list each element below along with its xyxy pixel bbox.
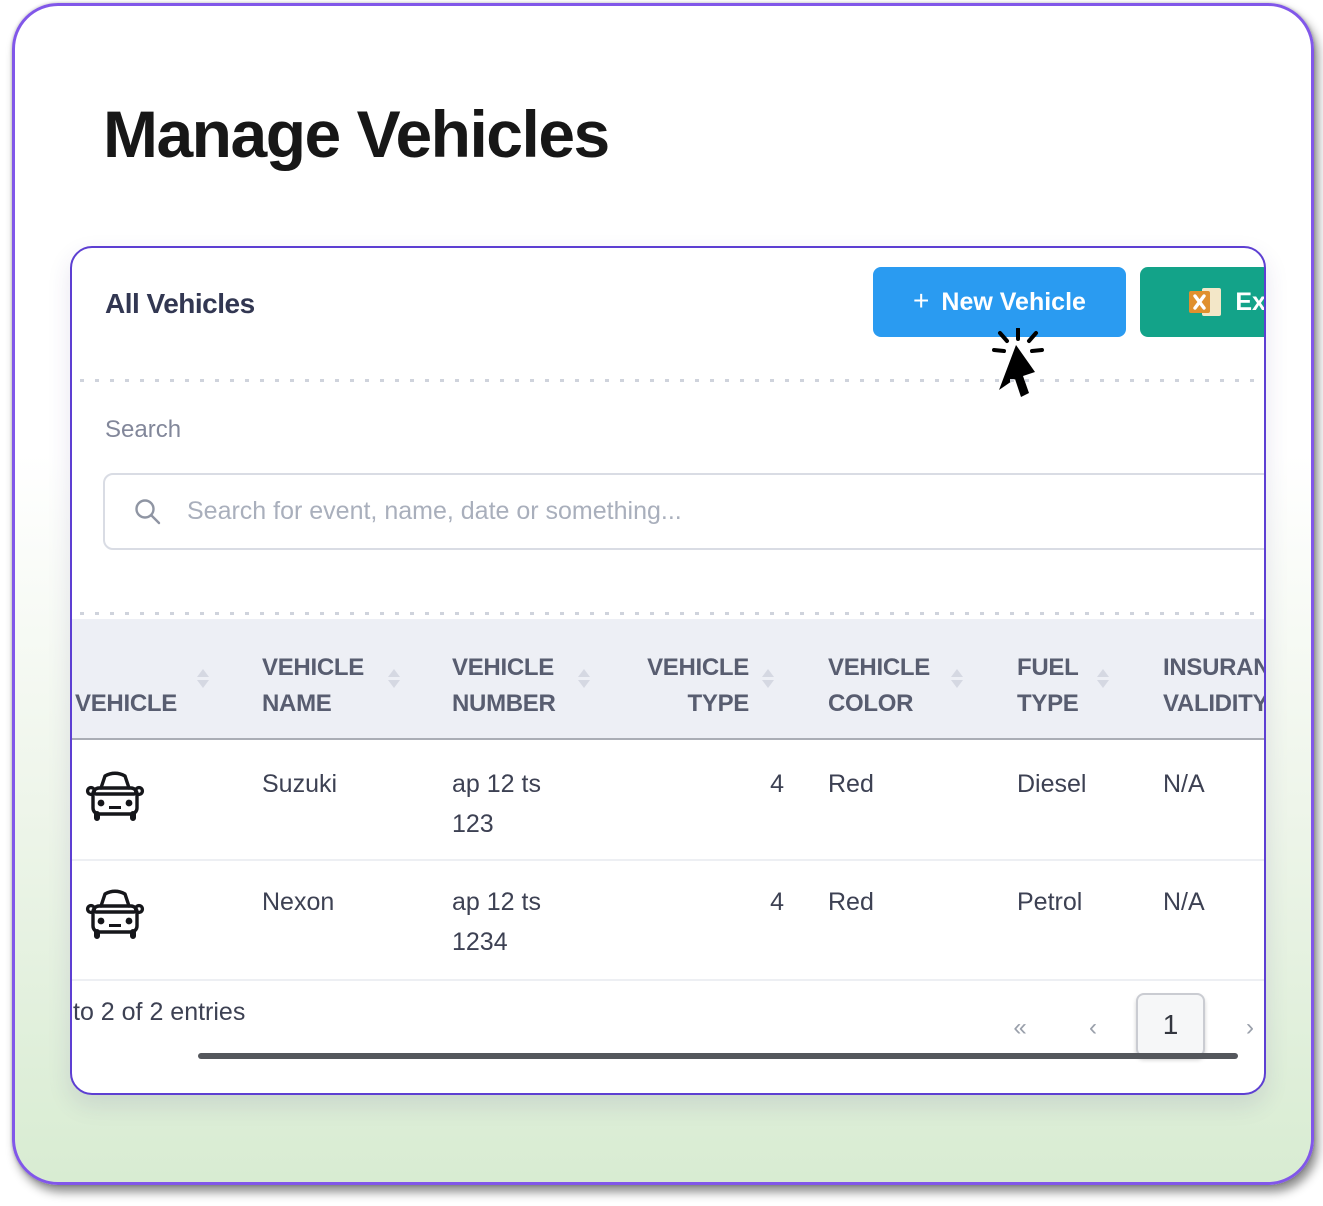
car-front-icon — [83, 766, 147, 833]
divider-dashed-top — [80, 379, 1256, 382]
all-vehicles-card: All Vehicles + New Vehicle Excel — [70, 246, 1266, 1095]
outer-frame: Manage Vehicles All Vehicles + New Vehic… — [12, 3, 1314, 1185]
horizontal-scrollbar[interactable] — [198, 1053, 1238, 1059]
column-header-vehicle-number[interactable]: VEHICLE NUMBER — [452, 650, 578, 722]
cell-vehicle-color: Red — [828, 882, 874, 922]
new-vehicle-button[interactable]: + New Vehicle — [873, 267, 1126, 337]
sort-icon[interactable] — [578, 669, 590, 688]
excel-button-label: Excel — [1235, 288, 1266, 317]
sort-icon[interactable] — [1097, 669, 1109, 688]
pagination-next-button[interactable]: › — [1230, 1013, 1266, 1043]
cell-vehicle-color: Red — [828, 764, 874, 804]
sort-icon[interactable] — [388, 669, 400, 688]
cell-insurance-validity: N/A — [1163, 764, 1205, 804]
search-icon — [133, 497, 163, 527]
row-divider — [72, 979, 1264, 981]
excel-export-button[interactable]: Excel — [1140, 267, 1266, 337]
cell-vehicle-number: ap 12 ts 1234 — [452, 882, 564, 962]
column-header-insurance-validity[interactable]: INSURANCE VALIDITY — [1163, 650, 1266, 722]
table-row[interactable]: Nexon ap 12 ts 1234 4 Red Petrol N/A — [72, 860, 1264, 978]
cell-insurance-validity: N/A — [1163, 882, 1205, 922]
cell-vehicle-number: ap 12 ts 123 — [452, 764, 564, 844]
pagination-first-button[interactable]: « — [1000, 1013, 1040, 1043]
page-title: Manage Vehicles — [103, 96, 609, 172]
search-box — [103, 473, 1266, 550]
pagination-prev-button[interactable]: ‹ — [1073, 1013, 1113, 1043]
column-header-vehicle-name[interactable]: VEHICLE NAME — [262, 650, 388, 722]
car-front-icon — [83, 884, 147, 951]
table-header-row: VEHICLE VEHICLE NAME VEHICLE NUMBER VEHI… — [72, 619, 1264, 740]
cell-fuel-type: Diesel — [1017, 764, 1086, 804]
click-cursor-icon — [987, 328, 1049, 415]
entries-info: to 2 of 2 entries — [73, 998, 245, 1027]
cell-vehicle-name: Suzuki — [262, 764, 337, 804]
pagination-page-1[interactable]: 1 — [1136, 993, 1205, 1057]
cell-vehicle-type: 4 — [632, 882, 784, 922]
excel-icon — [1189, 286, 1223, 318]
card-title: All Vehicles — [105, 288, 255, 320]
plus-icon: + — [913, 285, 929, 317]
sort-icon[interactable] — [197, 669, 209, 688]
column-header-vehicle-type[interactable]: VEHICLE TYPE — [627, 650, 749, 722]
cell-fuel-type: Petrol — [1017, 882, 1082, 922]
column-header-fuel-type[interactable]: FUEL TYPE — [1017, 650, 1109, 722]
sort-icon[interactable] — [762, 669, 774, 688]
page-background: Manage Vehicles All Vehicles + New Vehic… — [0, 0, 1323, 1206]
search-input[interactable] — [103, 473, 1266, 550]
table-row[interactable]: Suzuki ap 12 ts 123 4 Red Diesel N/A — [72, 742, 1264, 860]
column-header-vehicle-color[interactable]: VEHICLE COLOR — [828, 650, 954, 722]
column-header-vehicle[interactable]: VEHICLE — [75, 686, 197, 722]
sort-icon[interactable] — [951, 669, 963, 688]
cell-vehicle-type: 4 — [632, 764, 784, 804]
new-vehicle-button-label: New Vehicle — [941, 288, 1086, 317]
search-label: Search — [105, 416, 181, 444]
divider-dashed-table — [80, 612, 1256, 615]
cell-vehicle-name: Nexon — [262, 882, 334, 922]
